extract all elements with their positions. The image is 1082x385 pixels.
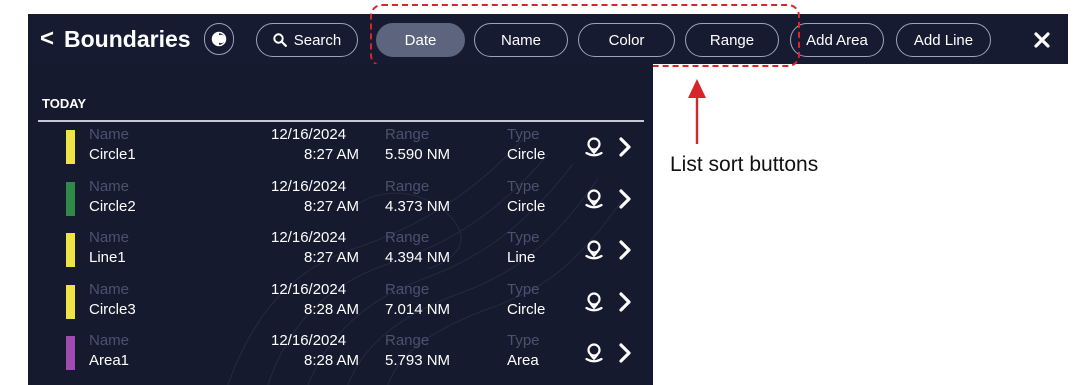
- name-label: Name: [89, 126, 130, 143]
- boundary-time: 8:27 AM: [304, 198, 360, 215]
- list-item[interactable]: Name Line1 12/16/2024 8:27 AM Range 4.39…: [28, 225, 653, 275]
- page-title: Boundaries: [64, 25, 191, 52]
- close-button[interactable]: [1028, 26, 1056, 54]
- boundary-type: Circle: [507, 301, 546, 318]
- open-details-button[interactable]: [612, 186, 638, 212]
- boundary-name: Circle1: [89, 146, 136, 163]
- open-details-button[interactable]: [612, 289, 638, 315]
- section-header-today: TODAY: [42, 96, 87, 111]
- boundary-range: 4.394 NM: [385, 249, 451, 266]
- boundary-range: 5.590 NM: [385, 146, 451, 163]
- chevron-right-icon: [619, 343, 631, 363]
- show-on-chart-button[interactable]: [581, 340, 607, 366]
- boundary-type: Circle: [507, 146, 546, 163]
- type-label: Type: [507, 126, 540, 143]
- chevron-right-icon: [619, 292, 631, 312]
- color-swatch: [66, 130, 75, 164]
- map-pin-icon: [585, 189, 603, 209]
- boundary-time: 8:28 AM: [304, 352, 360, 369]
- name-label: Name: [89, 229, 130, 246]
- range-label: Range: [385, 229, 430, 246]
- range-label: Range: [385, 178, 430, 195]
- add-area-label: Add Area: [806, 31, 868, 49]
- annotation-arrow: [688, 79, 706, 144]
- add-line-button[interactable]: Add Line: [896, 23, 991, 57]
- list-item[interactable]: Name Circle2 12/16/2024 8:27 AM Range 4.…: [28, 174, 653, 224]
- list-item[interactable]: Name Circle1 12/16/2024 8:27 AM Range 5.…: [28, 122, 653, 172]
- boundary-type: Line: [507, 249, 536, 266]
- boundary-name: Area1: [89, 352, 130, 369]
- map-pin-icon: [585, 240, 603, 260]
- sort-buttons-highlight: [370, 4, 800, 67]
- type-label: Type: [507, 178, 540, 195]
- annotation-label: List sort buttons: [670, 153, 819, 176]
- boundary-name: Line1: [89, 249, 126, 266]
- open-details-button[interactable]: [612, 237, 638, 263]
- map-pin-icon: [585, 292, 603, 312]
- boundary-name: Circle3: [89, 301, 136, 318]
- name-label: Name: [89, 178, 130, 195]
- boundary-date: 12/16/2024: [271, 126, 347, 143]
- open-details-button[interactable]: [612, 134, 638, 160]
- boundary-date: 12/16/2024: [271, 332, 347, 349]
- search-icon: [273, 33, 287, 47]
- name-label: Name: [89, 332, 130, 349]
- show-on-chart-button[interactable]: [581, 134, 607, 160]
- search-button[interactable]: Search: [256, 23, 358, 57]
- boundaries-list-panel[interactable]: TODAY Name Circle1 12/16/2024 8:27 AM Ra…: [28, 64, 653, 385]
- boundary-date: 12/16/2024: [271, 229, 347, 246]
- add-line-label: Add Line: [913, 31, 974, 49]
- search-button-label: Search: [293, 31, 342, 49]
- boundary-type: Circle: [507, 198, 546, 215]
- boundary-range: 7.014 NM: [385, 301, 451, 318]
- color-swatch: [66, 233, 75, 267]
- type-label: Type: [507, 332, 540, 349]
- show-on-chart-button[interactable]: [581, 186, 607, 212]
- open-details-button[interactable]: [612, 340, 638, 366]
- type-label: Type: [507, 281, 540, 298]
- list-item[interactable]: Name Circle3 12/16/2024 8:28 AM Range 7.…: [28, 277, 653, 327]
- chevron-left-icon: <: [40, 25, 55, 52]
- boundary-type: Area: [507, 352, 539, 369]
- map-pin-icon: [585, 343, 603, 363]
- color-swatch: [66, 336, 75, 370]
- name-label: Name: [89, 281, 130, 298]
- boundary-range: 5.793 NM: [385, 352, 451, 369]
- list-item[interactable]: Name Area1 12/16/2024 8:28 AM Range 5.79…: [28, 328, 653, 378]
- range-label: Range: [385, 126, 430, 143]
- chevron-right-icon: [619, 240, 631, 260]
- type-label: Type: [507, 229, 540, 246]
- half-circle-icon: [211, 31, 227, 47]
- boundary-time: 8:27 AM: [304, 249, 360, 266]
- color-swatch: [66, 285, 75, 319]
- boundary-range: 4.373 NM: [385, 198, 451, 215]
- boundary-time: 8:28 AM: [304, 301, 360, 318]
- back-button[interactable]: < Boundaries: [40, 23, 191, 55]
- chevron-right-icon: [619, 137, 631, 157]
- boundary-name: Circle2: [89, 198, 136, 215]
- boundary-time: 8:27 AM: [304, 146, 360, 163]
- map-pin-icon: [585, 137, 603, 157]
- add-area-button[interactable]: Add Area: [790, 23, 884, 57]
- color-swatch: [66, 182, 75, 216]
- boundary-date: 12/16/2024: [271, 281, 347, 298]
- show-on-chart-button[interactable]: [581, 289, 607, 315]
- chevron-right-icon: [619, 189, 631, 209]
- range-label: Range: [385, 281, 430, 298]
- range-label: Range: [385, 332, 430, 349]
- close-icon: [1034, 32, 1050, 48]
- boundary-date: 12/16/2024: [271, 178, 347, 195]
- display-toggle-button[interactable]: [204, 23, 234, 55]
- show-on-chart-button[interactable]: [581, 237, 607, 263]
